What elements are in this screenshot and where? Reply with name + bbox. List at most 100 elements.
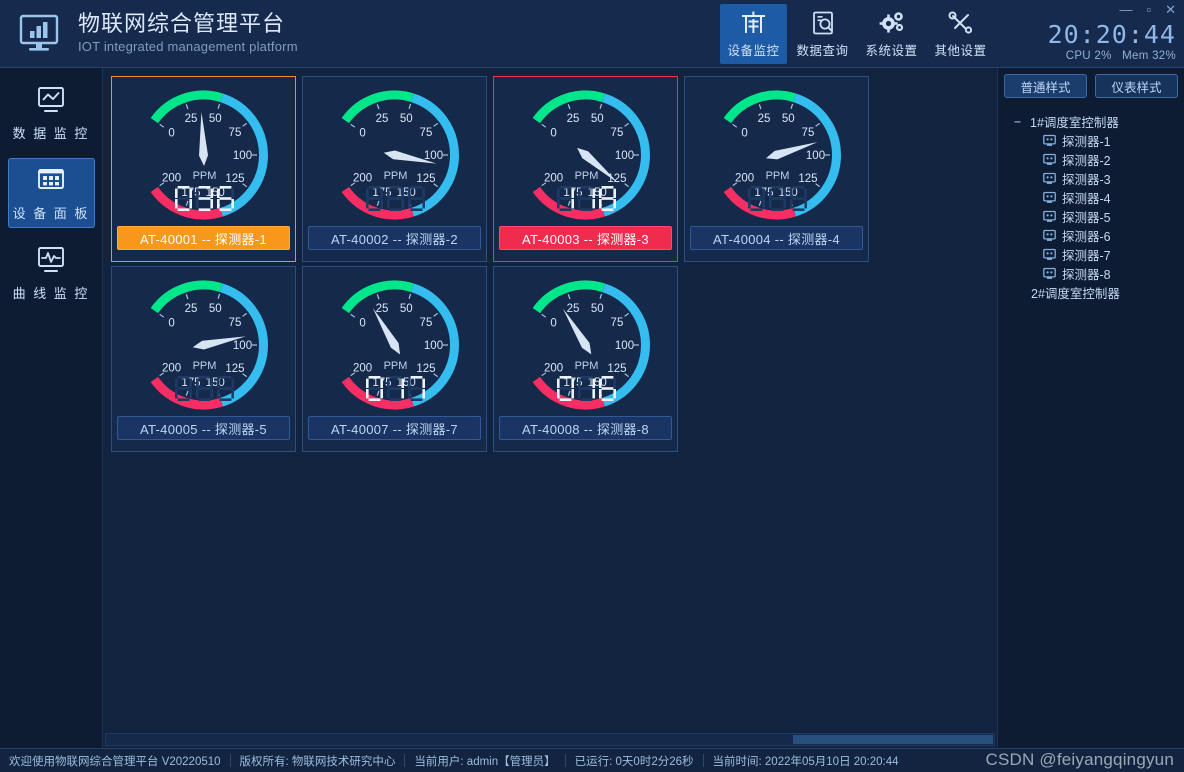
status-welcome: 欢迎使用物联网综合管理平台 V20220510	[0, 753, 230, 769]
device-node-icon	[1043, 134, 1056, 147]
tree-leaf-node[interactable]: 探测器-8	[1004, 264, 1178, 283]
svg-text:75: 75	[802, 127, 815, 139]
maximize-icon[interactable]: ▫	[1146, 3, 1151, 17]
svg-text:PPM: PPM	[575, 170, 599, 182]
svg-text:25: 25	[567, 113, 580, 125]
left-sidebar: 数 据 监 控 设 备 面 板	[0, 68, 103, 748]
tree-leaf-node[interactable]: 探测器-1	[1004, 131, 1178, 150]
tree-leaf-node[interactable]: 探测器-5	[1004, 207, 1178, 226]
app-header: 物联网综合管理平台 IOT integrated management plat…	[0, 0, 1184, 68]
horizontal-scrollbar[interactable]	[105, 733, 995, 746]
tools-wrench-icon	[947, 9, 975, 37]
svg-text:200: 200	[544, 362, 563, 374]
gauge-card-label[interactable]: AT-40003 -- 探测器-3	[499, 226, 672, 250]
tree-leaf-node[interactable]: 探测器-6	[1004, 226, 1178, 245]
svg-text:100: 100	[806, 150, 825, 162]
gauge-card[interactable]: 0255075100125150175200PPMAT-40008 -- 探测器…	[493, 266, 678, 452]
gauge-card[interactable]: 0255075100125150175200PPMAT-40002 -- 探测器…	[302, 76, 487, 262]
nav-item-system-settings[interactable]: 系统设置	[858, 4, 925, 64]
system-info: 20:20:44 CPU 2% Mem 32%	[1008, 22, 1176, 62]
nav-label: 设备监控	[727, 40, 779, 59]
nav-item-device-monitor[interactable]: 设备监控	[720, 4, 787, 64]
svg-text:PPM: PPM	[384, 170, 408, 182]
gauge: 0255075100125150175200PPM	[689, 81, 864, 224]
gears-icon	[878, 9, 906, 37]
scrollbar-thumb[interactable]	[793, 735, 993, 744]
svg-text:100: 100	[615, 150, 634, 162]
svg-text:125: 125	[225, 363, 244, 375]
app-subtitle: IOT integrated management platform	[78, 38, 298, 56]
gauge: 0255075100125150175200PPM	[307, 81, 482, 224]
svg-text:PPM: PPM	[575, 360, 599, 372]
nav-item-data-query[interactable]: 数据查询	[789, 4, 856, 64]
svg-text:100: 100	[424, 150, 443, 162]
gauge-card-label[interactable]: AT-40005 -- 探测器-5	[117, 416, 290, 440]
tree-leaf-label: 探测器-1	[1062, 131, 1111, 150]
svg-text:200: 200	[162, 172, 181, 184]
tab-gauge-style[interactable]: 仪表样式	[1095, 74, 1178, 98]
gauge-card[interactable]: 0255075100125150175200PPMAT-40004 -- 探测器…	[684, 76, 869, 262]
svg-text:25: 25	[376, 113, 389, 125]
gauge-card-label[interactable]: AT-40007 -- 探测器-7	[308, 416, 481, 440]
svg-text:25: 25	[758, 113, 771, 125]
svg-text:0: 0	[168, 318, 174, 330]
svg-text:125: 125	[225, 173, 244, 185]
svg-text:50: 50	[591, 303, 604, 315]
sidebar-item-label: 数 据 监 控	[13, 123, 90, 142]
tree-root-node-2[interactable]: 2#调度室控制器	[1004, 283, 1178, 302]
svg-text:50: 50	[591, 113, 604, 125]
monitor-bar-chart-icon	[14, 8, 64, 58]
tree-leaf-label: 探测器-7	[1062, 245, 1111, 264]
gauge-card[interactable]: 0255075100125150175200PPMAT-40001 -- 探测器…	[111, 76, 296, 262]
sidebar-item-device-panel[interactable]: 设 备 面 板	[8, 158, 95, 228]
svg-text:200: 200	[735, 172, 754, 184]
gauge-card-label[interactable]: AT-40001 -- 探测器-1	[117, 226, 290, 250]
tree-root-label: 2#调度室控制器	[1031, 283, 1120, 302]
tree-leaf-node[interactable]: 探测器-3	[1004, 169, 1178, 188]
close-icon[interactable]: ✕	[1165, 3, 1176, 17]
tree-leaf-label: 探测器-3	[1062, 169, 1111, 188]
tree-leaf-label: 探测器-8	[1062, 264, 1111, 283]
svg-text:200: 200	[353, 172, 372, 184]
svg-text:0: 0	[359, 128, 365, 140]
device-node-icon	[1043, 172, 1056, 185]
application-window: 物联网综合管理平台 IOT integrated management plat…	[0, 0, 1184, 772]
svg-text:125: 125	[416, 173, 435, 185]
tree-leaf-node[interactable]: 探测器-7	[1004, 245, 1178, 264]
svg-text:100: 100	[424, 340, 443, 352]
tree-leaf-label: 探测器-5	[1062, 207, 1111, 226]
sidebar-item-curve-monitor[interactable]: 曲 线 监 控	[8, 238, 95, 308]
device-node-icon	[1043, 153, 1056, 166]
svg-text:50: 50	[400, 113, 413, 125]
tab-normal-style[interactable]: 普通样式	[1004, 74, 1087, 98]
sidebar-item-label: 设 备 面 板	[13, 203, 90, 222]
tree-root-node-1[interactable]: − 1#调度室控制器	[1004, 112, 1178, 131]
collapse-toggle-icon[interactable]: −	[1012, 116, 1023, 127]
wave-monitor-icon	[35, 245, 67, 277]
sidebar-item-label: 曲 线 监 控	[13, 283, 90, 302]
svg-text:0: 0	[550, 128, 556, 140]
svg-text:25: 25	[567, 303, 580, 315]
device-node-icon	[1043, 267, 1056, 280]
gauge-card[interactable]: 0255075100125150175200PPMAT-40005 -- 探测器…	[111, 266, 296, 452]
svg-text:0: 0	[359, 318, 365, 330]
svg-text:25: 25	[185, 303, 198, 315]
svg-text:0: 0	[168, 128, 174, 140]
line-chart-monitor-icon	[35, 85, 67, 117]
sidebar-item-data-monitor[interactable]: 数 据 监 控	[8, 78, 95, 148]
gauge-card[interactable]: 0255075100125150175200PPMAT-40007 -- 探测器…	[302, 266, 487, 452]
tree-leaf-node[interactable]: 探测器-2	[1004, 150, 1178, 169]
svg-text:50: 50	[782, 113, 795, 125]
gauge-card-label[interactable]: AT-40004 -- 探测器-4	[690, 226, 863, 250]
gauge-card-label[interactable]: AT-40008 -- 探测器-8	[499, 416, 672, 440]
svg-text:0: 0	[741, 128, 747, 140]
svg-text:75: 75	[229, 317, 242, 329]
tree-leaf-node[interactable]: 探测器-4	[1004, 188, 1178, 207]
svg-text:25: 25	[376, 303, 389, 315]
grid-panel-icon	[35, 165, 67, 197]
resource-usage: CPU 2% Mem 32%	[1008, 50, 1176, 62]
minimize-icon[interactable]: —	[1119, 3, 1132, 17]
nav-item-other-settings[interactable]: 其他设置	[927, 4, 994, 64]
gauge-card[interactable]: 0255075100125150175200PPMAT-40003 -- 探测器…	[493, 76, 678, 262]
gauge-card-label[interactable]: AT-40002 -- 探测器-2	[308, 226, 481, 250]
